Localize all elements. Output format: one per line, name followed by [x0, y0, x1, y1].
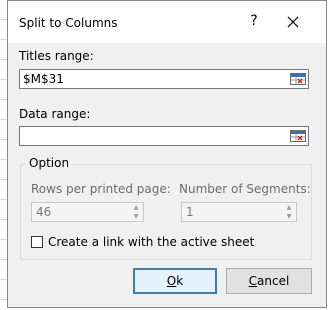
ok-label-rest: k [176, 274, 184, 288]
create-link-label[interactable]: Create a link with the active sheet [48, 235, 254, 249]
titles-range-label: Titles range: [19, 49, 94, 63]
split-to-columns-dialog: Split to Columns ? Titles range: Data ra… [7, 0, 327, 308]
dialog-title: Split to Columns [19, 16, 118, 30]
data-range-input[interactable] [19, 126, 309, 146]
rows-per-page-spinner[interactable]: 46 ▲ ▼ [31, 202, 144, 222]
data-range-label: Data range: [19, 107, 91, 121]
rows-per-page-label: Rows per printed page: [31, 182, 171, 196]
create-link-checkbox[interactable] [31, 236, 43, 248]
segments-spinner[interactable]: 1 ▲ ▼ [181, 202, 297, 222]
segments-value: 1 [186, 205, 194, 219]
spin-up-icon[interactable]: ▲ [129, 203, 143, 212]
data-range-select-button[interactable] [287, 127, 309, 145]
close-button[interactable] [282, 11, 304, 33]
titles-range-input[interactable] [19, 69, 309, 89]
close-icon [287, 16, 299, 28]
spin-down-icon[interactable]: ▼ [282, 212, 296, 221]
help-button[interactable]: ? [246, 11, 262, 31]
cancel-accelerator: C [248, 274, 258, 288]
titles-range-select-button[interactable] [287, 70, 309, 88]
range-select-icon [290, 130, 306, 142]
rows-per-page-value: 46 [36, 205, 52, 219]
cancel-button[interactable]: Cancel [226, 268, 312, 294]
spin-down-icon[interactable]: ▼ [129, 212, 143, 221]
range-select-icon [290, 73, 306, 85]
spin-up-icon[interactable]: ▲ [282, 203, 296, 212]
ok-accelerator: O [166, 274, 177, 288]
segments-label: Number of Segments: [179, 182, 311, 196]
title-bar: Split to Columns ? [8, 1, 326, 43]
ok-button[interactable]: Ok [133, 268, 217, 294]
option-group-title: Option [26, 156, 73, 170]
cancel-label-rest: ancel [257, 274, 290, 288]
